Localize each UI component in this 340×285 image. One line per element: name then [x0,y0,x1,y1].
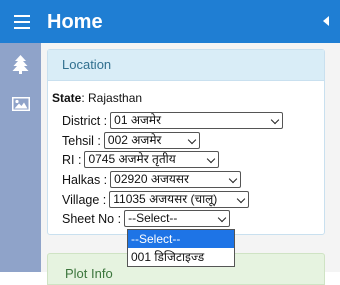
ri-select[interactable]: 0745 अजमेर तृतीय [84,151,220,168]
sheet-no-select[interactable]: --Select-- [124,210,231,227]
chevron-down-icon [228,174,238,184]
village-select[interactable]: 11035 अजयसर (चालू) [109,191,250,208]
tehsil-select-value: 002 अजमेर [107,133,162,147]
halkas-select-value: 02920 अजयसर [114,172,189,186]
chevron-down-icon [207,154,216,164]
district-select[interactable]: 01 अजमेर [110,112,284,129]
sidebar [0,43,41,272]
halkas-select[interactable]: 02920 अजयसर [110,171,242,188]
village-select-value: 11035 अजयसर (चालू) [113,192,218,206]
village-row: Village : 11035 अजयसर (चालू) [62,191,250,208]
chevron-down-icon [217,213,227,223]
ri-row: RI : 0745 अजमेर तृतीय [62,151,220,168]
district-select-value: 01 अजमेर [114,113,161,127]
state-label: State [52,91,82,105]
ri-select-value: 0745 अजमेर तृतीय [88,152,176,166]
state-value: : Rajasthan [81,91,143,105]
state-line: State: Rajasthan [52,91,142,105]
sheet-no-dropdown: --Select-- 001 डिजिटाइज्ड [127,229,235,267]
tehsil-select[interactable]: 002 अजमेर [103,132,200,149]
sheet-no-row: Sheet No : --Select-- [62,210,231,227]
hamburger-icon[interactable] [14,15,30,29]
village-label: Village : [62,192,107,207]
page-title: Home [47,11,103,33]
top-bar: Home [0,0,340,43]
sheet-no-label: Sheet No : [62,211,122,226]
tehsil-row: Tehsil : 002 अजमेर [62,132,200,149]
caret-left-icon[interactable] [323,16,329,26]
ri-label: RI : [62,152,82,167]
tehsil-label: Tehsil : [62,133,101,148]
image-icon[interactable] [12,97,30,116]
tree-icon[interactable] [12,55,29,79]
plot-info-heading: Plot Info [65,266,113,281]
chevron-down-icon [187,135,197,145]
dropdown-option[interactable]: --Select-- [128,230,234,248]
dropdown-option[interactable]: 001 डिजिटाइज्ड [128,248,234,266]
district-row: District : 01 अजमेर [62,112,284,129]
location-panel-heading: Location [48,50,324,81]
halkas-label: Halkas : [62,172,108,187]
halkas-row: Halkas : 02920 अजयसर [62,171,242,188]
chevron-down-icon [270,115,280,125]
sheet-no-select-value: --Select-- [128,211,178,225]
district-label: District : [62,113,108,128]
chevron-down-icon [237,194,246,204]
